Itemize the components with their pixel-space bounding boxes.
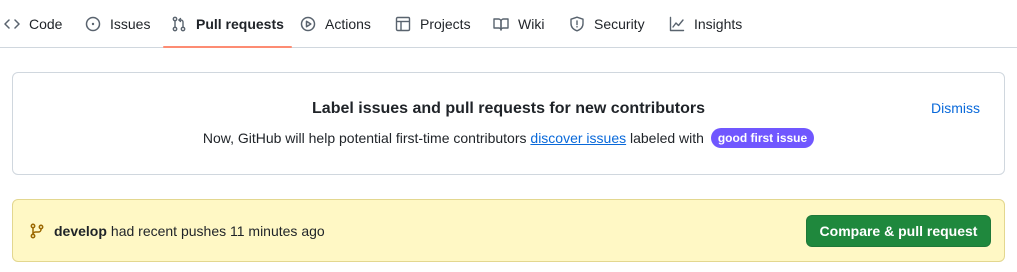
branch-name[interactable]: develop — [54, 223, 107, 239]
code-icon — [4, 16, 20, 32]
tab-label: Actions — [325, 15, 371, 32]
tab-label: Wiki — [518, 15, 545, 32]
git-branch-icon — [29, 223, 45, 239]
new-contributors-banner: Label issues and pull requests for new c… — [12, 72, 1005, 175]
recent-pushes-banner: develop had recent pushes 11 minutes ago… — [12, 199, 1005, 262]
tab-pull-requests[interactable]: Pull requests — [163, 0, 292, 48]
play-icon — [300, 16, 316, 32]
tab-label: Code — [29, 15, 63, 32]
tab-issues[interactable]: Issues — [85, 0, 150, 47]
compare-pull-request-button[interactable]: Compare & pull request — [806, 215, 991, 247]
selected-tab-underline — [163, 46, 292, 48]
dismiss-button[interactable]: Dismiss — [931, 100, 980, 116]
recent-push-info: develop had recent pushes 11 minutes ago — [29, 200, 325, 261]
tab-label: Insights — [694, 15, 743, 32]
push-message: had recent pushes 11 minutes ago — [110, 222, 325, 239]
tab-security[interactable]: Security — [569, 0, 645, 47]
tab-code[interactable]: Code — [4, 0, 62, 47]
tab-label: Issues — [110, 15, 151, 32]
tab-wiki[interactable]: Wiki — [493, 0, 544, 47]
discover-issues-link[interactable]: discover issues — [530, 130, 626, 146]
banner-title: Label issues and pull requests for new c… — [312, 100, 705, 117]
tab-insights[interactable]: Insights — [669, 0, 742, 47]
table-icon — [395, 16, 411, 32]
banner-text-before: Now, GitHub will help potential first-ti… — [202, 130, 527, 146]
issue-opened-icon — [85, 16, 101, 32]
tab-projects[interactable]: Projects — [395, 0, 471, 47]
good-first-issue-label[interactable]: good first issue — [710, 128, 815, 148]
tab-label: Pull requests — [196, 15, 284, 32]
tab-actions[interactable]: Actions — [300, 0, 371, 47]
graph-icon — [669, 16, 685, 32]
shield-icon — [569, 16, 585, 32]
banner-description: Now, GitHub will help potential first-ti… — [13, 128, 1004, 148]
git-pull-request-icon — [171, 16, 187, 32]
tab-label: Projects — [420, 15, 471, 32]
tab-label: Security — [594, 15, 645, 32]
repo-navigation: Code Issues Pull requests Actions Projec… — [0, 0, 1017, 48]
banner-text-after: labeled with — [630, 130, 704, 146]
book-icon — [493, 16, 509, 32]
